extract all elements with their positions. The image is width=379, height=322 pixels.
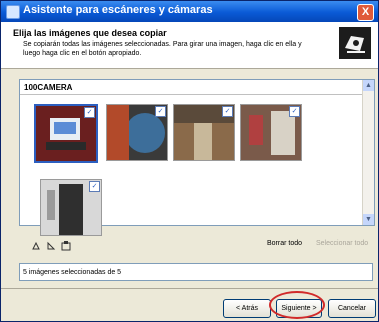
next-button[interactable]: Siguiente > xyxy=(276,299,322,318)
image-thumbnail-3[interactable]: ✓ xyxy=(173,104,235,161)
selected-checkbox[interactable]: ✓ xyxy=(289,106,300,117)
selected-checkbox[interactable]: ✓ xyxy=(89,181,100,192)
window-title: Asistente para escáneres y cámaras xyxy=(23,4,213,16)
header-title: Elija las imágenes que desea copiar xyxy=(13,28,167,38)
wizard-window: Asistente para escáneres y cámaras X Eli… xyxy=(0,0,379,322)
vertical-scrollbar[interactable]: ▲ ▼ xyxy=(362,80,374,225)
clear-all-button[interactable]: Borrar todo xyxy=(267,240,302,247)
select-all-button[interactable]: Seleccionar todo xyxy=(316,240,368,247)
back-button[interactable]: < Atrás xyxy=(223,299,271,318)
selection-status: 5 imágenes seleccionadas de 5 xyxy=(19,263,373,281)
camera-scanner-icon xyxy=(339,27,371,59)
rotate-right-icon[interactable] xyxy=(46,241,56,251)
selected-checkbox[interactable]: ✓ xyxy=(222,106,233,117)
close-button[interactable]: X xyxy=(357,4,374,21)
folder-name: 100CAMERA xyxy=(24,83,73,92)
scanner-camera-app-icon xyxy=(6,5,20,19)
scroll-up-icon[interactable]: ▲ xyxy=(363,80,374,91)
title-bar[interactable]: Asistente para escáneres y cámaras X xyxy=(1,1,378,22)
wizard-header: Elija las imágenes que desea copiar Se c… xyxy=(1,22,378,69)
image-list[interactable]: 100CAMERA ✓ ✓ ✓ ✓ ✓ ▲ ▼ xyxy=(19,79,375,236)
image-thumbnail-2[interactable]: ✓ xyxy=(106,104,168,161)
selected-checkbox[interactable]: ✓ xyxy=(84,107,95,118)
header-description: Se copiarán todas las imágenes seleccion… xyxy=(23,41,302,57)
button-divider xyxy=(1,288,378,289)
selected-checkbox[interactable]: ✓ xyxy=(155,106,166,117)
image-thumbnail-5[interactable]: ✓ xyxy=(40,179,102,236)
scroll-down-icon[interactable]: ▼ xyxy=(363,214,374,225)
properties-icon[interactable] xyxy=(61,241,71,251)
rotate-left-icon[interactable] xyxy=(31,241,41,251)
cancel-button[interactable]: Cancelar xyxy=(328,299,376,318)
folder-separator xyxy=(20,94,362,95)
image-thumbnail-4[interactable]: ✓ xyxy=(240,104,302,161)
image-thumbnail-1[interactable]: ✓ xyxy=(34,104,98,163)
